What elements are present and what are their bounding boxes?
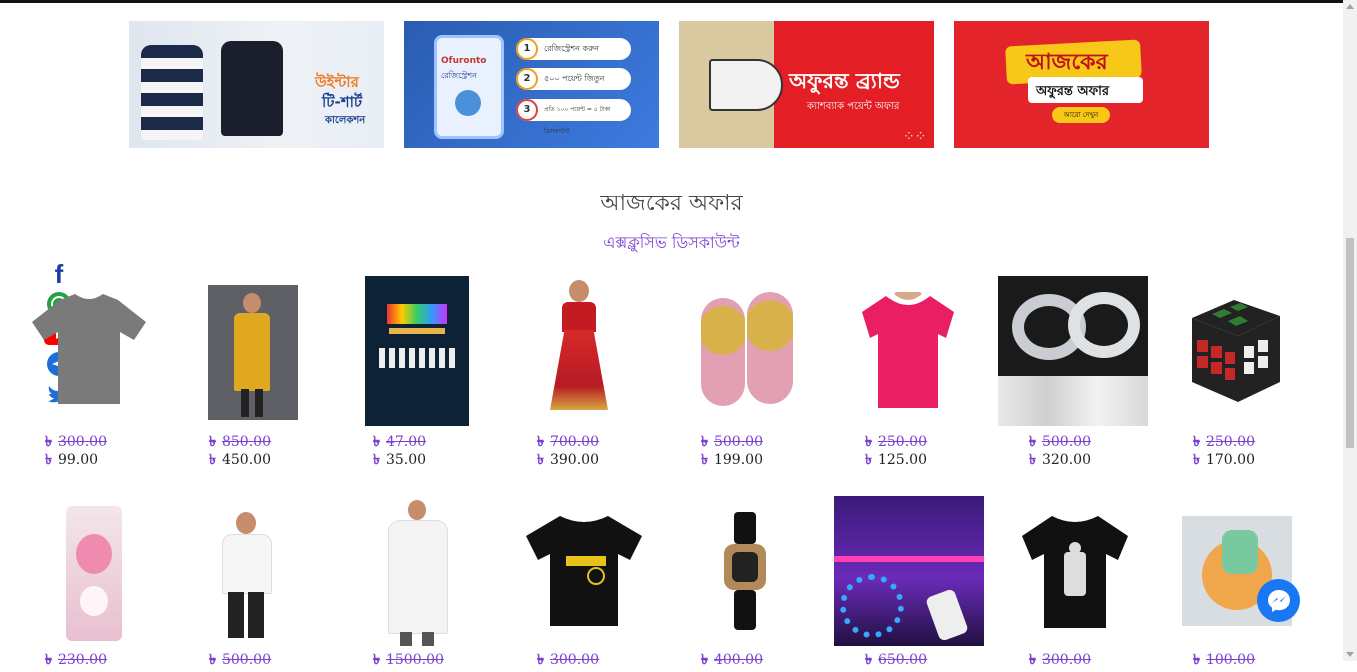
step-2: 2 ৫০০ পয়েন্ট জিতুন (516, 68, 631, 90)
new-price-value: 99.00 (57, 452, 99, 468)
currency-symbol: ৳ (1193, 652, 1200, 668)
old-price: ৳ 400.00 (701, 648, 763, 672)
currency-symbol: ৳ (373, 452, 380, 468)
new-price: ৳ 170.00 (1193, 448, 1255, 472)
currency-symbol: ৳ (1193, 452, 1200, 468)
currency-symbol: ৳ (209, 652, 216, 668)
currency-symbol: ৳ (373, 652, 380, 668)
currency-symbol: ৳ (1029, 652, 1036, 668)
banner-registration[interactable]: Ofuronto রেজিস্ট্রেশন 1 রেজিস্ট্রেশন করুন… (404, 21, 659, 148)
old-price-value: 1500.00 (385, 652, 444, 668)
banner-line-1: অফুরন্ত ব্র্যান্ড (789, 69, 900, 93)
registration-label: রেজিস্ট্রেশন (441, 71, 477, 80)
old-price: ৳ 500.00 (209, 648, 271, 672)
banner-todays-offer[interactable]: আজকের অফুরন্ত অফার আরো দেখুন (954, 21, 1209, 148)
banner-brand-cashback[interactable]: অফুরন্ত ব্র্যান্ড ক্যাশব্যাক পয়েন্ট অফা… (679, 21, 934, 148)
old-price-value: 400.00 (713, 652, 763, 668)
sport-watch-image (722, 512, 768, 630)
old-price: ৳ 300.00 (537, 648, 599, 672)
old-price: ৳ 650.00 (865, 648, 927, 672)
yellow-kurti-image (208, 285, 298, 420)
old-price: ৳ 300.00 (1029, 648, 1091, 672)
banner-line-2: অফুরন্ত অফার (1036, 84, 1110, 99)
vertical-scrollbar[interactable] (1343, 0, 1357, 661)
brand-name: Ofuronto (441, 56, 487, 66)
new-price-value: 35.00 (385, 452, 427, 468)
striped-shirt-image (141, 45, 203, 140)
new-price-value: 450.00 (221, 452, 271, 468)
old-price: ৳ 1500.00 (373, 648, 444, 672)
hand-icon (455, 90, 481, 116)
new-price: ৳ 99.00 (45, 448, 98, 472)
scroll-up-arrow-icon[interactable] (1346, 4, 1354, 9)
girl-dress-image (540, 278, 618, 423)
pink-loafer-image (695, 286, 799, 416)
old-price-value: 500.00 (221, 652, 271, 668)
music-book-image (365, 276, 469, 426)
old-price-value: 300.00 (549, 652, 599, 668)
black-tshirt-graphic-image (1020, 512, 1130, 630)
pink-bottle-image (66, 506, 122, 641)
top-border (0, 0, 1343, 3)
scrollbar-thumb[interactable] (1346, 238, 1354, 448)
banner-winter-tshirt[interactable]: উইন্টার টি-শার্ট কালেকশন (129, 21, 384, 148)
phone-graphic: Ofuronto রেজিস্ট্রেশন (434, 35, 504, 139)
old-price-value: 100.00 (1205, 652, 1255, 668)
rubiks-cube-image (1182, 296, 1288, 406)
currency-symbol: ৳ (701, 652, 708, 668)
scroll-down-arrow-icon[interactable] (1346, 652, 1354, 657)
step-3-text: প্রতি ১০০ পয়েন্ট = ৫ টাকা ডিসকাউন্ট (544, 106, 611, 135)
dots-icon: ⁘⁘ (903, 129, 927, 145)
messenger-icon (1267, 589, 1290, 612)
old-price: ৳ 230.00 (45, 648, 107, 672)
pink-tshirt-image (858, 292, 958, 410)
new-price: ৳ 35.00 (373, 448, 426, 472)
step-1-number: 1 (516, 38, 538, 60)
new-price: ৳ 199.00 (701, 448, 763, 472)
section-title: আজকের অফার (600, 191, 743, 216)
old-price-value: 230.00 (57, 652, 107, 668)
black-tshirt-print-image (524, 512, 644, 628)
nano-tape-image (998, 276, 1148, 426)
step-1: 1 রেজিস্ট্রেশন করুন (516, 38, 631, 60)
messenger-chat-button[interactable] (1257, 579, 1300, 622)
currency-symbol: ৳ (1029, 452, 1036, 468)
new-price-value: 390.00 (549, 452, 599, 468)
banner-line-2: ক্যাশব্যাক পয়েন্ট অফার (807, 101, 900, 112)
step-2-number: 2 (516, 68, 538, 90)
facebook-icon[interactable]: f (44, 259, 74, 289)
currency-symbol: ৳ (45, 452, 52, 468)
megaphone-icon (709, 59, 783, 111)
see-more-button[interactable]: আরো দেখুন (1052, 107, 1110, 123)
new-price: ৳ 450.00 (209, 448, 271, 472)
currency-symbol: ৳ (865, 652, 872, 668)
led-strip-image (834, 496, 984, 646)
new-price: ৳ 125.00 (865, 448, 927, 472)
step-1-text: রেজিস্ট্রেশন করুন (544, 44, 599, 53)
new-price: ৳ 390.00 (537, 448, 599, 472)
banner-line-3: কালেকশন (325, 115, 366, 126)
section-subtitle: এক্সক্লুসিভ ডিসকাউন্ট (603, 233, 740, 252)
new-price: ৳ 320.00 (1029, 448, 1091, 472)
currency-symbol: ৳ (537, 652, 544, 668)
black-shirt-image (221, 41, 283, 136)
grey-tshirt-image (30, 292, 148, 407)
step-2-text: ৫০০ পয়েন্ট জিতুন (544, 74, 605, 83)
currency-symbol: ৳ (865, 452, 872, 468)
currency-symbol: ৳ (701, 452, 708, 468)
old-price-value: 650.00 (877, 652, 927, 668)
new-price-value: 199.00 (713, 452, 763, 468)
currency-symbol: ৳ (209, 452, 216, 468)
currency-symbol: ৳ (45, 652, 52, 668)
white-polo-image (214, 510, 278, 640)
white-panjabi-image (376, 500, 458, 648)
old-price-value: 300.00 (1041, 652, 1091, 668)
currency-symbol: ৳ (537, 452, 544, 468)
new-price-value: 320.00 (1041, 452, 1091, 468)
step-3-number: 3 (516, 99, 538, 121)
new-price-value: 125.00 (877, 452, 927, 468)
old-price: ৳ 100.00 (1193, 648, 1255, 672)
step-3: 3 প্রতি ১০০ পয়েন্ট = ৫ টাকা ডিসকাউন্ট (516, 99, 631, 135)
new-price-value: 170.00 (1205, 452, 1255, 468)
